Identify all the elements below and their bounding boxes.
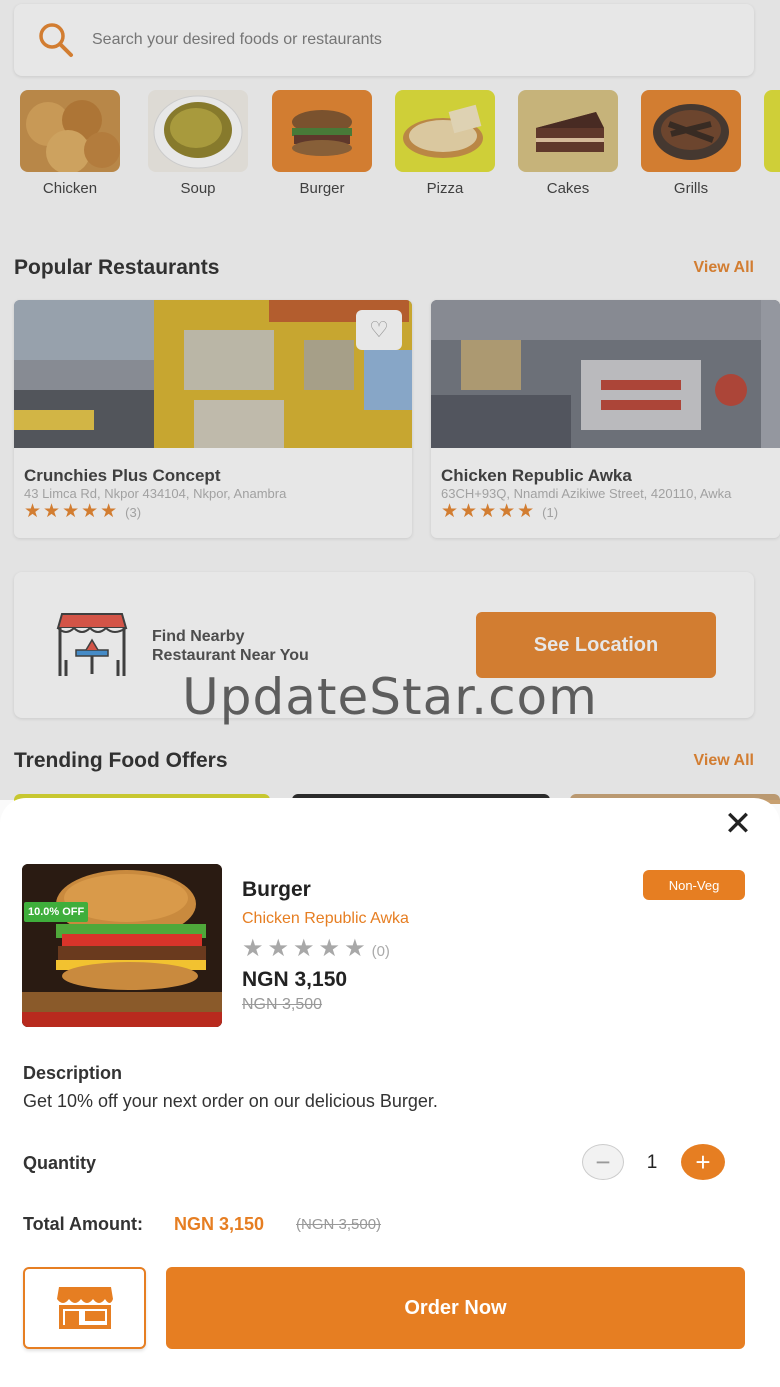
total-original-amount: (NGN 3,500) xyxy=(296,1216,382,1233)
food-restaurant-link[interactable]: Chicken Republic Awka xyxy=(242,910,409,928)
non-veg-badge: Non-Veg xyxy=(643,870,745,900)
quantity-value: 1 xyxy=(646,1152,658,1173)
watermark-text: UpdateStar.com xyxy=(182,668,598,726)
quantity-increase-button[interactable]: + xyxy=(681,1144,725,1180)
star-icons: ★★★★★ xyxy=(242,935,370,962)
order-now-button[interactable]: Order Now xyxy=(166,1267,745,1349)
store-icon xyxy=(55,1283,115,1334)
description-text: Get 10% off your next order on our delic… xyxy=(23,1091,438,1111)
total-amount-label: Total Amount: xyxy=(23,1214,143,1234)
total-amount-value: NGN 3,150 xyxy=(174,1214,265,1234)
description-label: Description xyxy=(23,1063,123,1083)
close-icon[interactable]: ✕ xyxy=(718,804,758,844)
food-rating: ★★★★★ (0) xyxy=(242,934,390,963)
food-detail-sheet: ✕ 10.0% OFF Burger Chicken Republic Awka… xyxy=(0,798,780,1387)
quantity-label: Quantity xyxy=(23,1153,97,1173)
store-button[interactable] xyxy=(23,1267,146,1349)
quantity-decrease-button[interactable]: − xyxy=(582,1144,624,1180)
discount-badge: 10.0% OFF xyxy=(24,902,89,922)
food-title: Burger xyxy=(242,878,311,901)
food-original-price: NGN 3,500 xyxy=(242,996,323,1013)
rating-count: (0) xyxy=(371,943,390,960)
food-image: 10.0% OFF xyxy=(22,864,222,1027)
food-price: NGN 3,150 xyxy=(242,968,348,991)
